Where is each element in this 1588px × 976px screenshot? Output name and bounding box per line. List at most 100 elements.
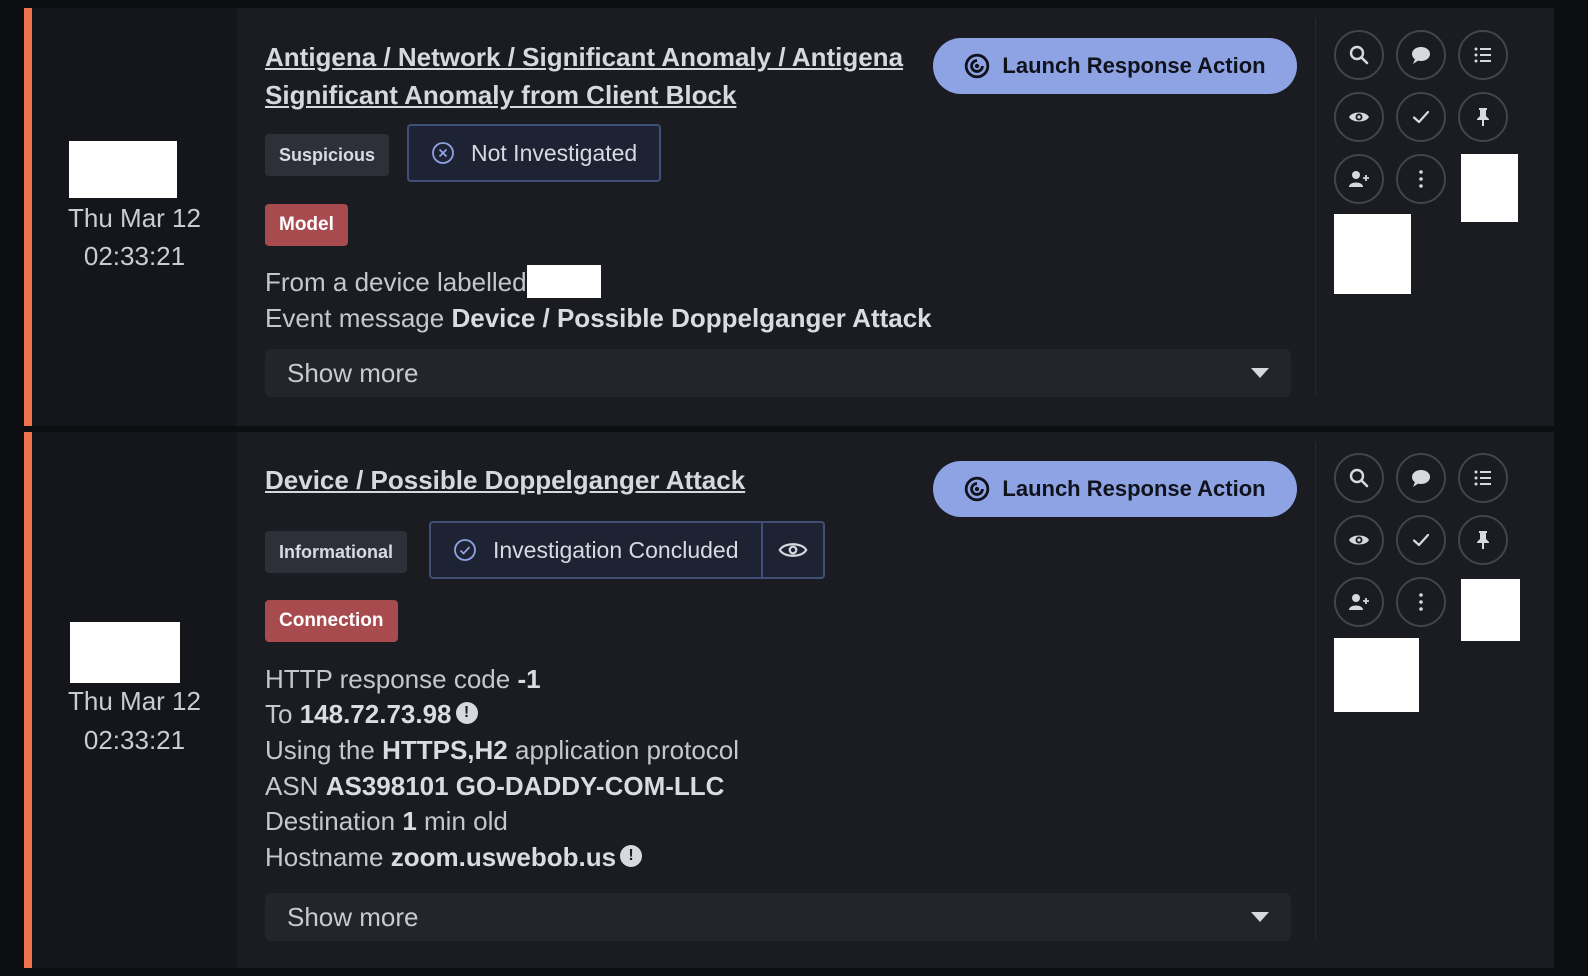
detail-label: From a device labelled bbox=[265, 267, 527, 297]
show-more-toggle[interactable]: Show more bbox=[265, 893, 1291, 941]
detail-value: Device / Possible Doppelganger Attack bbox=[451, 303, 932, 333]
list-button[interactable] bbox=[1458, 30, 1508, 80]
alert-card: Thu Mar 12 02:33:21 Antigena / Network /… bbox=[24, 8, 1554, 426]
category-tag: Connection bbox=[265, 600, 398, 642]
redacted-block bbox=[1334, 638, 1419, 712]
detail-line: Using the HTTPS,H2 application protocol bbox=[265, 732, 739, 768]
comment-icon bbox=[1412, 470, 1430, 487]
divider bbox=[1315, 442, 1316, 938]
acknowledge-button[interactable] bbox=[1396, 515, 1446, 565]
detail-suffix: min old bbox=[424, 806, 508, 836]
search-icon bbox=[1349, 45, 1369, 65]
detail-line: Hostname zoom.uswebob.us! bbox=[265, 839, 643, 875]
alert-card: Thu Mar 12 02:33:21 Device / Possible Do… bbox=[24, 432, 1554, 968]
info-icon[interactable]: ! bbox=[455, 702, 478, 725]
comment-button[interactable] bbox=[1396, 453, 1446, 503]
detail-label: HTTP response code bbox=[265, 664, 511, 694]
alert-title-link[interactable]: Antigena / Network / Significant Anomaly… bbox=[265, 38, 925, 114]
alert-date: Thu Mar 12 bbox=[68, 203, 201, 233]
status-label: Not Investigated bbox=[471, 139, 638, 166]
show-more-label: Show more bbox=[287, 901, 419, 932]
detail-label: To bbox=[265, 699, 293, 729]
search-icon bbox=[1349, 468, 1369, 488]
redacted-block bbox=[526, 264, 601, 298]
detail-suffix: application protocol bbox=[515, 735, 740, 765]
x-circle-icon bbox=[432, 142, 454, 164]
divider bbox=[1315, 18, 1316, 396]
add-user-icon bbox=[1349, 594, 1369, 610]
detail-label: Event message bbox=[265, 303, 445, 333]
more-vertical-icon bbox=[1419, 170, 1423, 188]
detail-line: Destination 1 min old bbox=[265, 803, 508, 839]
eye-icon bbox=[1349, 112, 1369, 122]
acknowledge-button[interactable] bbox=[1396, 92, 1446, 142]
redacted-block bbox=[1461, 154, 1518, 222]
alert-main: Device / Possible Doppelganger Attack La… bbox=[237, 432, 1327, 968]
list-button[interactable] bbox=[1458, 453, 1508, 503]
alert-title-link[interactable]: Device / Possible Doppelganger Attack bbox=[265, 461, 925, 499]
pin-icon bbox=[1477, 531, 1489, 549]
redacted-block bbox=[1461, 579, 1520, 641]
detail-line: HTTP response code -1 bbox=[265, 661, 541, 697]
detail-label: Using the bbox=[265, 735, 375, 765]
search-button[interactable] bbox=[1334, 30, 1384, 80]
more-button[interactable] bbox=[1396, 154, 1446, 204]
check-circle-icon bbox=[454, 539, 476, 561]
list-icon bbox=[1474, 470, 1491, 486]
watch-button[interactable] bbox=[1334, 515, 1384, 565]
launch-response-button[interactable]: Launch Response Action bbox=[933, 38, 1297, 94]
assign-user-button[interactable] bbox=[1334, 154, 1384, 204]
severity-tag: Suspicious bbox=[265, 134, 390, 176]
assign-user-button[interactable] bbox=[1334, 577, 1384, 627]
more-vertical-icon bbox=[1419, 593, 1423, 611]
list-icon bbox=[1474, 47, 1491, 63]
pin-button[interactable] bbox=[1458, 92, 1508, 142]
detail-label: Hostname bbox=[265, 842, 384, 872]
info-icon[interactable]: ! bbox=[620, 845, 643, 868]
detail-line: From a device labelled bbox=[265, 264, 601, 301]
search-button[interactable] bbox=[1334, 453, 1384, 503]
detail-label: Destination bbox=[265, 806, 396, 836]
comment-icon bbox=[1412, 47, 1430, 64]
detail-value: AS398101 GO-DADDY-COM-LLC bbox=[325, 771, 725, 801]
caret-down-icon bbox=[1251, 912, 1269, 922]
redacted-block bbox=[70, 622, 180, 683]
eye-outline-icon bbox=[778, 543, 807, 557]
investigation-status[interactable]: Investigation Concluded bbox=[429, 521, 825, 579]
launch-response-button[interactable]: Launch Response Action bbox=[933, 461, 1297, 517]
eye-icon bbox=[1349, 535, 1369, 545]
add-user-icon bbox=[1349, 171, 1369, 187]
detail-value: HTTPS,H2 bbox=[382, 735, 508, 765]
detail-value: zoom.uswebob.us bbox=[390, 842, 617, 872]
launch-response-label: Launch Response Action bbox=[1002, 476, 1266, 501]
category-tag: Model bbox=[265, 204, 348, 246]
detail-value: 1 bbox=[402, 806, 417, 836]
pin-button[interactable] bbox=[1458, 515, 1508, 565]
detail-line: ASN AS398101 GO-DADDY-COM-LLC bbox=[265, 768, 724, 804]
more-button[interactable] bbox=[1396, 577, 1446, 627]
redacted-block bbox=[1334, 214, 1411, 294]
alert-time: 02:33:21 bbox=[83, 241, 186, 271]
view-investigation-button[interactable] bbox=[760, 523, 823, 577]
response-icon bbox=[965, 53, 990, 79]
launch-response-label: Launch Response Action bbox=[1002, 53, 1266, 78]
check-icon bbox=[1412, 533, 1430, 547]
show-more-toggle[interactable]: Show more bbox=[265, 349, 1291, 397]
alert-date: Thu Mar 12 bbox=[68, 686, 201, 716]
severity-tag: Informational bbox=[265, 531, 408, 573]
date-column: Thu Mar 12 02:33:21 bbox=[32, 432, 237, 968]
detail-line: Event message Device / Possible Doppelga… bbox=[265, 300, 932, 336]
alert-time: 02:33:21 bbox=[83, 725, 186, 755]
date-column: Thu Mar 12 02:33:21 bbox=[32, 8, 237, 426]
caret-down-icon bbox=[1251, 368, 1269, 378]
detail-label: ASN bbox=[265, 771, 319, 801]
comment-button[interactable] bbox=[1396, 30, 1446, 80]
watch-button[interactable] bbox=[1334, 92, 1384, 142]
show-more-label: Show more bbox=[287, 357, 419, 388]
detail-value: -1 bbox=[517, 664, 541, 694]
response-icon bbox=[965, 476, 990, 502]
check-icon bbox=[1412, 110, 1430, 124]
alert-main: Antigena / Network / Significant Anomaly… bbox=[237, 8, 1327, 426]
investigation-status[interactable]: Not Investigated bbox=[407, 124, 662, 182]
status-label: Investigation Concluded bbox=[493, 536, 739, 563]
